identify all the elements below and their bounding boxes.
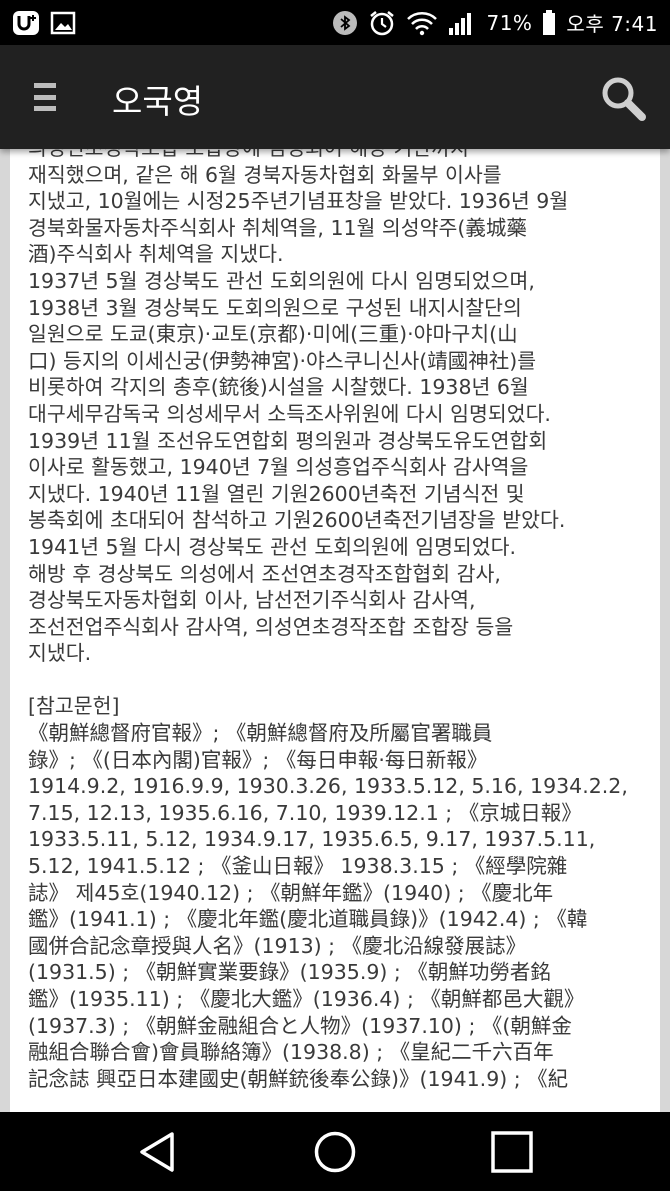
article-line: 國併合記念章授與人名》(1913) ; 《慶北沿線發展誌》 xyxy=(28,933,527,958)
article-line: 1938년 3월 경상북도 도회의원으로 구성된 내지시찰단의 xyxy=(28,295,522,320)
battery-icon xyxy=(542,9,556,36)
article-line: 재직했으며, 같은 해 6월 경북자동차협회 화물부 이사를 xyxy=(28,162,502,187)
battery-percent: 71% xyxy=(486,10,533,35)
article-line: 대구세무감독국 의성세무서 소득조사위원에 다시 임명되었다. xyxy=(28,401,551,426)
bluetooth-icon xyxy=(332,10,358,36)
article-line: 口) 등지의 이세신궁(伊勢神宮)·야스쿠니신사(靖國神社)를 xyxy=(28,348,537,373)
article-line: 1937년 5월 경상북도 관선 도회의원에 다시 임명되었으며, xyxy=(28,268,535,293)
search-icon[interactable] xyxy=(598,73,650,125)
wifi-icon xyxy=(406,10,438,36)
navigation-bar xyxy=(0,1112,670,1191)
image-icon xyxy=(50,11,76,35)
clock: 오후 7:41 xyxy=(566,12,658,36)
recents-button[interactable] xyxy=(490,1130,534,1174)
article-body: 의성연초경작조합 조합장에 임명되어 해당 기관까지재직했으며, 같은 해 6월… xyxy=(28,149,653,1092)
article-line: 지냈고, 10월에는 시정25주년기념표창을 받았다. 1936년 9월 xyxy=(28,189,569,214)
article-line: 조선전업주식회사 감사역, 의성연초경작조합 조합장 등을 xyxy=(28,614,514,639)
article-line: 경상북도자동차협회 이사, 남선전기주식회사 감사역, xyxy=(28,588,476,613)
article-line: 지냈다. xyxy=(28,641,92,666)
alarm-icon xyxy=(368,9,396,37)
back-button[interactable] xyxy=(136,1130,180,1174)
app-bar: 오국영 xyxy=(0,45,670,149)
article-line: 1914.9.2, 1916.9.9, 1930.3.26, 1933.5.12… xyxy=(28,774,628,799)
screen: 71% 오후 7:41 오국영 의성연초경작조합 조합장에 임명되어 해당 기관… xyxy=(0,0,670,1191)
article-line: 鑑》(1935.11) ; 《慶北大鑑》(1936.4) ; 《朝鮮都邑大觀》 xyxy=(28,987,585,1011)
article-line: 1941년 5월 다시 경상북도 관선 도회의원에 임명되었다. xyxy=(28,534,517,559)
article-line: 경북화물자동차주식회사 취체역을, 11월 의성약주(義城藥 xyxy=(28,215,527,240)
article-line: 일원으로 도쿄(東京)·교토(京都)·미에(三重)·야마구치(山 xyxy=(28,322,518,347)
article-line: (1931.5) ; 《朝鮮實業要錄》(1935.9) ; 《朝鮮功勞者銘 xyxy=(28,960,551,985)
status-bar: 71% 오후 7:41 xyxy=(0,0,670,45)
home-circle-icon xyxy=(314,1131,356,1173)
article-line: 《朝鮮總督府官報》; 《朝鮮總督府及所屬官署職員 xyxy=(28,721,493,746)
article-line: 이사로 활동했고, 1940년 7월 의성흥업주식회사 감사역을 xyxy=(28,455,529,480)
article-line: 의성연초경작조합 조합장에 임명되어 해당 기관까지 xyxy=(28,149,653,162)
u-plus-icon xyxy=(12,10,40,36)
article-line: 5.12, 1941.5.12 ; 《釜山日報》 1938.3.15 ; 《經學… xyxy=(28,854,568,879)
article-line: 1933.5.11, 5.12, 1934.9.17, 1935.6.5, 9.… xyxy=(28,827,596,852)
article-line: 7.15, 12.13, 1935.6.16, 7.10, 1939.12.1 … xyxy=(28,800,582,825)
article-line: 비롯하여 각지의 총후(銃後)시설을 시찰했다. 1938년 6월 xyxy=(28,375,529,400)
references-heading: [참고문헌] xyxy=(28,694,120,719)
status-right: 71% 오후 7:41 xyxy=(332,8,658,37)
signal-icon xyxy=(448,10,476,36)
home-button[interactable] xyxy=(313,1130,357,1174)
page-title: 오국영 xyxy=(112,82,204,121)
article-line xyxy=(28,667,653,694)
article-line: 融組合聯合會)會員聯絡簿》(1938.8) ; 《皇紀二千六百年 xyxy=(28,1040,554,1065)
article-line: 해방 후 경상북도 의성에서 조선연초경작조합협회 감사, xyxy=(28,561,501,586)
article-scroll-area[interactable]: 의성연초경작조합 조합장에 임명되어 해당 기관까지재직했으며, 같은 해 6월… xyxy=(10,149,660,1112)
article-line: 誌》 제45호(1940.12) ; 《朝鮮年鑑》(1940) ; 《慶北年 xyxy=(28,880,554,905)
article-line: 鑑》(1941.1) ; 《慶北年鑑(慶北道職員錄)》(1942.4) ; 《韓 xyxy=(28,907,588,932)
article-line: 記念誌 興亞日本建國史(朝鮮銃後奉公錄)》(1941.9) ; 《紀 xyxy=(28,1066,569,1091)
hamburger-menu-icon[interactable] xyxy=(34,83,56,111)
back-triangle-icon xyxy=(140,1132,174,1172)
article-line: (1937.3) ; 《朝鮮金融組合と人物》(1937.10) ; 《(朝鮮金 xyxy=(28,1013,572,1038)
article-line: 1939년 11월 조선유도연합회 평의원과 경상북도유도연합회 xyxy=(28,428,548,453)
status-left xyxy=(12,10,76,36)
article-line: 지냈다. 1940년 11월 열린 기원2600년축전 기념식전 및 xyxy=(28,481,525,506)
article-line: 봉축회에 초대되어 참석하고 기원2600년축전기념장을 받았다. xyxy=(28,508,566,533)
recents-square-icon xyxy=(491,1131,533,1173)
article-line: 錄》; 《(日本內閣)官報》; 《每日申報·每日新報》 xyxy=(28,747,488,772)
article-line: 酒)주식회사 취체역을 지냈다. xyxy=(28,242,284,267)
